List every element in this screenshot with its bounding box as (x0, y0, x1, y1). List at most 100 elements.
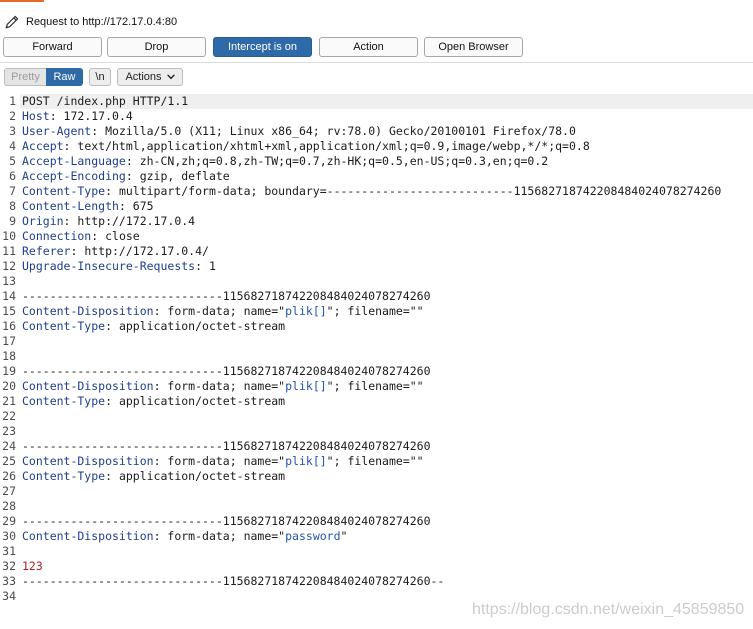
action-button[interactable]: Action (319, 37, 418, 57)
editor-line[interactable]: 5 Accept-Language: zh-CN,zh;q=0.8,zh-TW;q… (0, 154, 753, 169)
editor-line[interactable]: 10 Connection: close (0, 229, 753, 244)
line-text[interactable]: -----------------------------11568271874… (20, 364, 753, 379)
header-name: Content-Type (22, 394, 106, 408)
line-text[interactable]: Referer: http://172.17.0.4/ (20, 244, 753, 259)
text-token: : form-data; name=" (153, 304, 286, 318)
text-token: : application/octet-stream (105, 469, 286, 483)
intercept-toggle-button[interactable]: Intercept is on (213, 37, 312, 57)
editor-line[interactable]: 15 Content-Disposition: form-data; name="… (0, 304, 753, 319)
forward-button[interactable]: Forward (3, 37, 102, 57)
line-number: 8 (9, 199, 16, 213)
editor-line[interactable]: 17 (0, 334, 753, 349)
editor-line[interactable]: 18 (0, 349, 753, 364)
header-name: Content-Disposition (22, 454, 154, 468)
header-name: Host (22, 109, 50, 123)
editor-line[interactable]: 3 User-Agent: Mozilla/5.0 (X11; Linux x86… (0, 124, 753, 139)
drop-button[interactable]: Drop (107, 37, 206, 57)
editor-line[interactable]: 30 Content-Disposition: form-data; name="… (0, 529, 753, 544)
text-token: -----------------------------11568271874… (22, 439, 431, 453)
line-text[interactable] (20, 424, 753, 439)
editor-line[interactable]: 8 Content-Length: 675 (0, 199, 753, 214)
line-text[interactable]: Upgrade-Insecure-Requests: 1 (20, 259, 753, 274)
actions-dropdown[interactable]: Actions (117, 68, 183, 86)
line-number: 33 (2, 574, 16, 588)
line-text[interactable] (20, 544, 753, 559)
line-text[interactable]: -----------------------------11568271874… (20, 439, 753, 454)
line-text[interactable]: Content-Type: application/octet-stream (20, 394, 753, 409)
line-text[interactable]: Origin: http://172.17.0.4 (20, 214, 753, 229)
line-text[interactable] (20, 349, 753, 364)
line-text[interactable]: 123 (20, 559, 753, 574)
watermark: https://blog.csdn.net/weixin_45859850 (472, 601, 745, 618)
line-text[interactable]: Content-Disposition: form-data; name="pa… (20, 529, 753, 544)
line-text[interactable]: Content-Length: 675 (20, 199, 753, 214)
editor-line[interactable]: 25 Content-Disposition: form-data; name="… (0, 454, 753, 469)
editor-line[interactable]: 20 Content-Disposition: form-data; name="… (0, 379, 753, 394)
editor-line[interactable]: 33 -----------------------------115682718… (0, 574, 753, 589)
header-name: Content-Length (22, 199, 119, 213)
line-text[interactable]: Content-Type: application/octet-stream (20, 469, 753, 484)
show-newlines-toggle[interactable]: \n (89, 68, 111, 86)
raw-view-tab[interactable]: Raw (46, 68, 83, 86)
request-editor[interactable]: 1 POST /index.php HTTP/1.1 2 Host: 172.17.0… (0, 94, 753, 604)
line-text[interactable]: Content-Type: multipart/form-data; bound… (20, 184, 753, 199)
editor-line[interactable]: 27 (0, 484, 753, 499)
editor-line[interactable]: 28 (0, 499, 753, 514)
text-token: : form-data; name=" (153, 529, 286, 543)
editor-line[interactable]: 12 Upgrade-Insecure-Requests: 1 (0, 259, 753, 274)
text-token: POST /index.php HTTP/1.1 (22, 94, 189, 108)
header-name: Content-Type (22, 319, 106, 333)
header-name: Upgrade-Insecure-Requests (22, 259, 196, 273)
line-text[interactable]: Accept-Language: zh-CN,zh;q=0.8,zh-TW;q=… (20, 154, 753, 169)
param-value: plik[] (285, 379, 327, 393)
editor-line[interactable]: 2 Host: 172.17.0.4 (0, 109, 753, 124)
line-text[interactable]: Connection: close (20, 229, 753, 244)
line-text[interactable]: Content-Disposition: form-data; name="pl… (20, 379, 753, 394)
line-text[interactable]: Host: 172.17.0.4 (20, 109, 753, 124)
line-text[interactable]: Accept: text/html,application/xhtml+xml,… (20, 139, 753, 154)
editor-line[interactable]: 14 -----------------------------115682718… (0, 289, 753, 304)
editor-line[interactable]: 7 Content-Type: multipart/form-data; boun… (0, 184, 753, 199)
editor-line[interactable]: 29 -----------------------------115682718… (0, 514, 753, 529)
editor-line[interactable]: 32 123 (0, 559, 753, 574)
line-text[interactable] (20, 334, 753, 349)
chevron-down-icon (166, 74, 175, 80)
editor-line[interactable]: 19 -----------------------------115682718… (0, 364, 753, 379)
editor-line[interactable]: 21 Content-Type: application/octet-stream (0, 394, 753, 409)
editor-line[interactable]: 6 Accept-Encoding: gzip, deflate (0, 169, 753, 184)
editor-line[interactable]: 4 Accept: text/html,application/xhtml+xml… (0, 139, 753, 154)
toolbar-divider (0, 62, 753, 63)
header-name: Content-Type (22, 184, 106, 198)
line-text[interactable]: POST /index.php HTTP/1.1 (20, 94, 753, 109)
text-token: : form-data; name=" (153, 379, 286, 393)
editor-line[interactable]: 16 Content-Type: application/octet-stream (0, 319, 753, 334)
editor-line[interactable]: 24 -----------------------------115682718… (0, 439, 753, 454)
editor-line[interactable]: 1 POST /index.php HTTP/1.1 (0, 94, 753, 109)
line-text[interactable] (20, 409, 753, 424)
param-value: plik[] (285, 304, 327, 318)
line-number: 9 (9, 214, 16, 228)
header-name: Content-Disposition (22, 379, 154, 393)
line-text[interactable]: Accept-Encoding: gzip, deflate (20, 169, 753, 184)
line-text[interactable]: Content-Disposition: form-data; name="pl… (20, 454, 753, 469)
editor-line[interactable]: 22 (0, 409, 753, 424)
line-text[interactable] (20, 499, 753, 514)
editor-line[interactable]: 9 Origin: http://172.17.0.4 (0, 214, 753, 229)
line-text[interactable] (20, 484, 753, 499)
line-text[interactable]: -----------------------------11568271874… (20, 514, 753, 529)
editor-line[interactable]: 31 (0, 544, 753, 559)
editor-line[interactable]: 13 (0, 274, 753, 289)
open-browser-button[interactable]: Open Browser (424, 37, 523, 57)
line-text[interactable]: Content-Type: application/octet-stream (20, 319, 753, 334)
proxy-intercept-panel: Request to http://172.17.0.4:80 Forward … (0, 0, 753, 629)
line-text[interactable]: -----------------------------11568271874… (20, 574, 753, 589)
line-text[interactable]: Content-Disposition: form-data; name="pl… (20, 304, 753, 319)
line-text[interactable]: User-Agent: Mozilla/5.0 (X11; Linux x86_… (20, 124, 753, 139)
line-text[interactable]: -----------------------------11568271874… (20, 289, 753, 304)
pretty-view-tab[interactable]: Pretty (4, 68, 46, 86)
editor-line[interactable]: 23 (0, 424, 753, 439)
line-text[interactable] (20, 274, 753, 289)
editor-line[interactable]: 26 Content-Type: application/octet-stream (0, 469, 753, 484)
editor-line[interactable]: 11 Referer: http://172.17.0.4/ (0, 244, 753, 259)
line-number: 6 (9, 169, 16, 183)
